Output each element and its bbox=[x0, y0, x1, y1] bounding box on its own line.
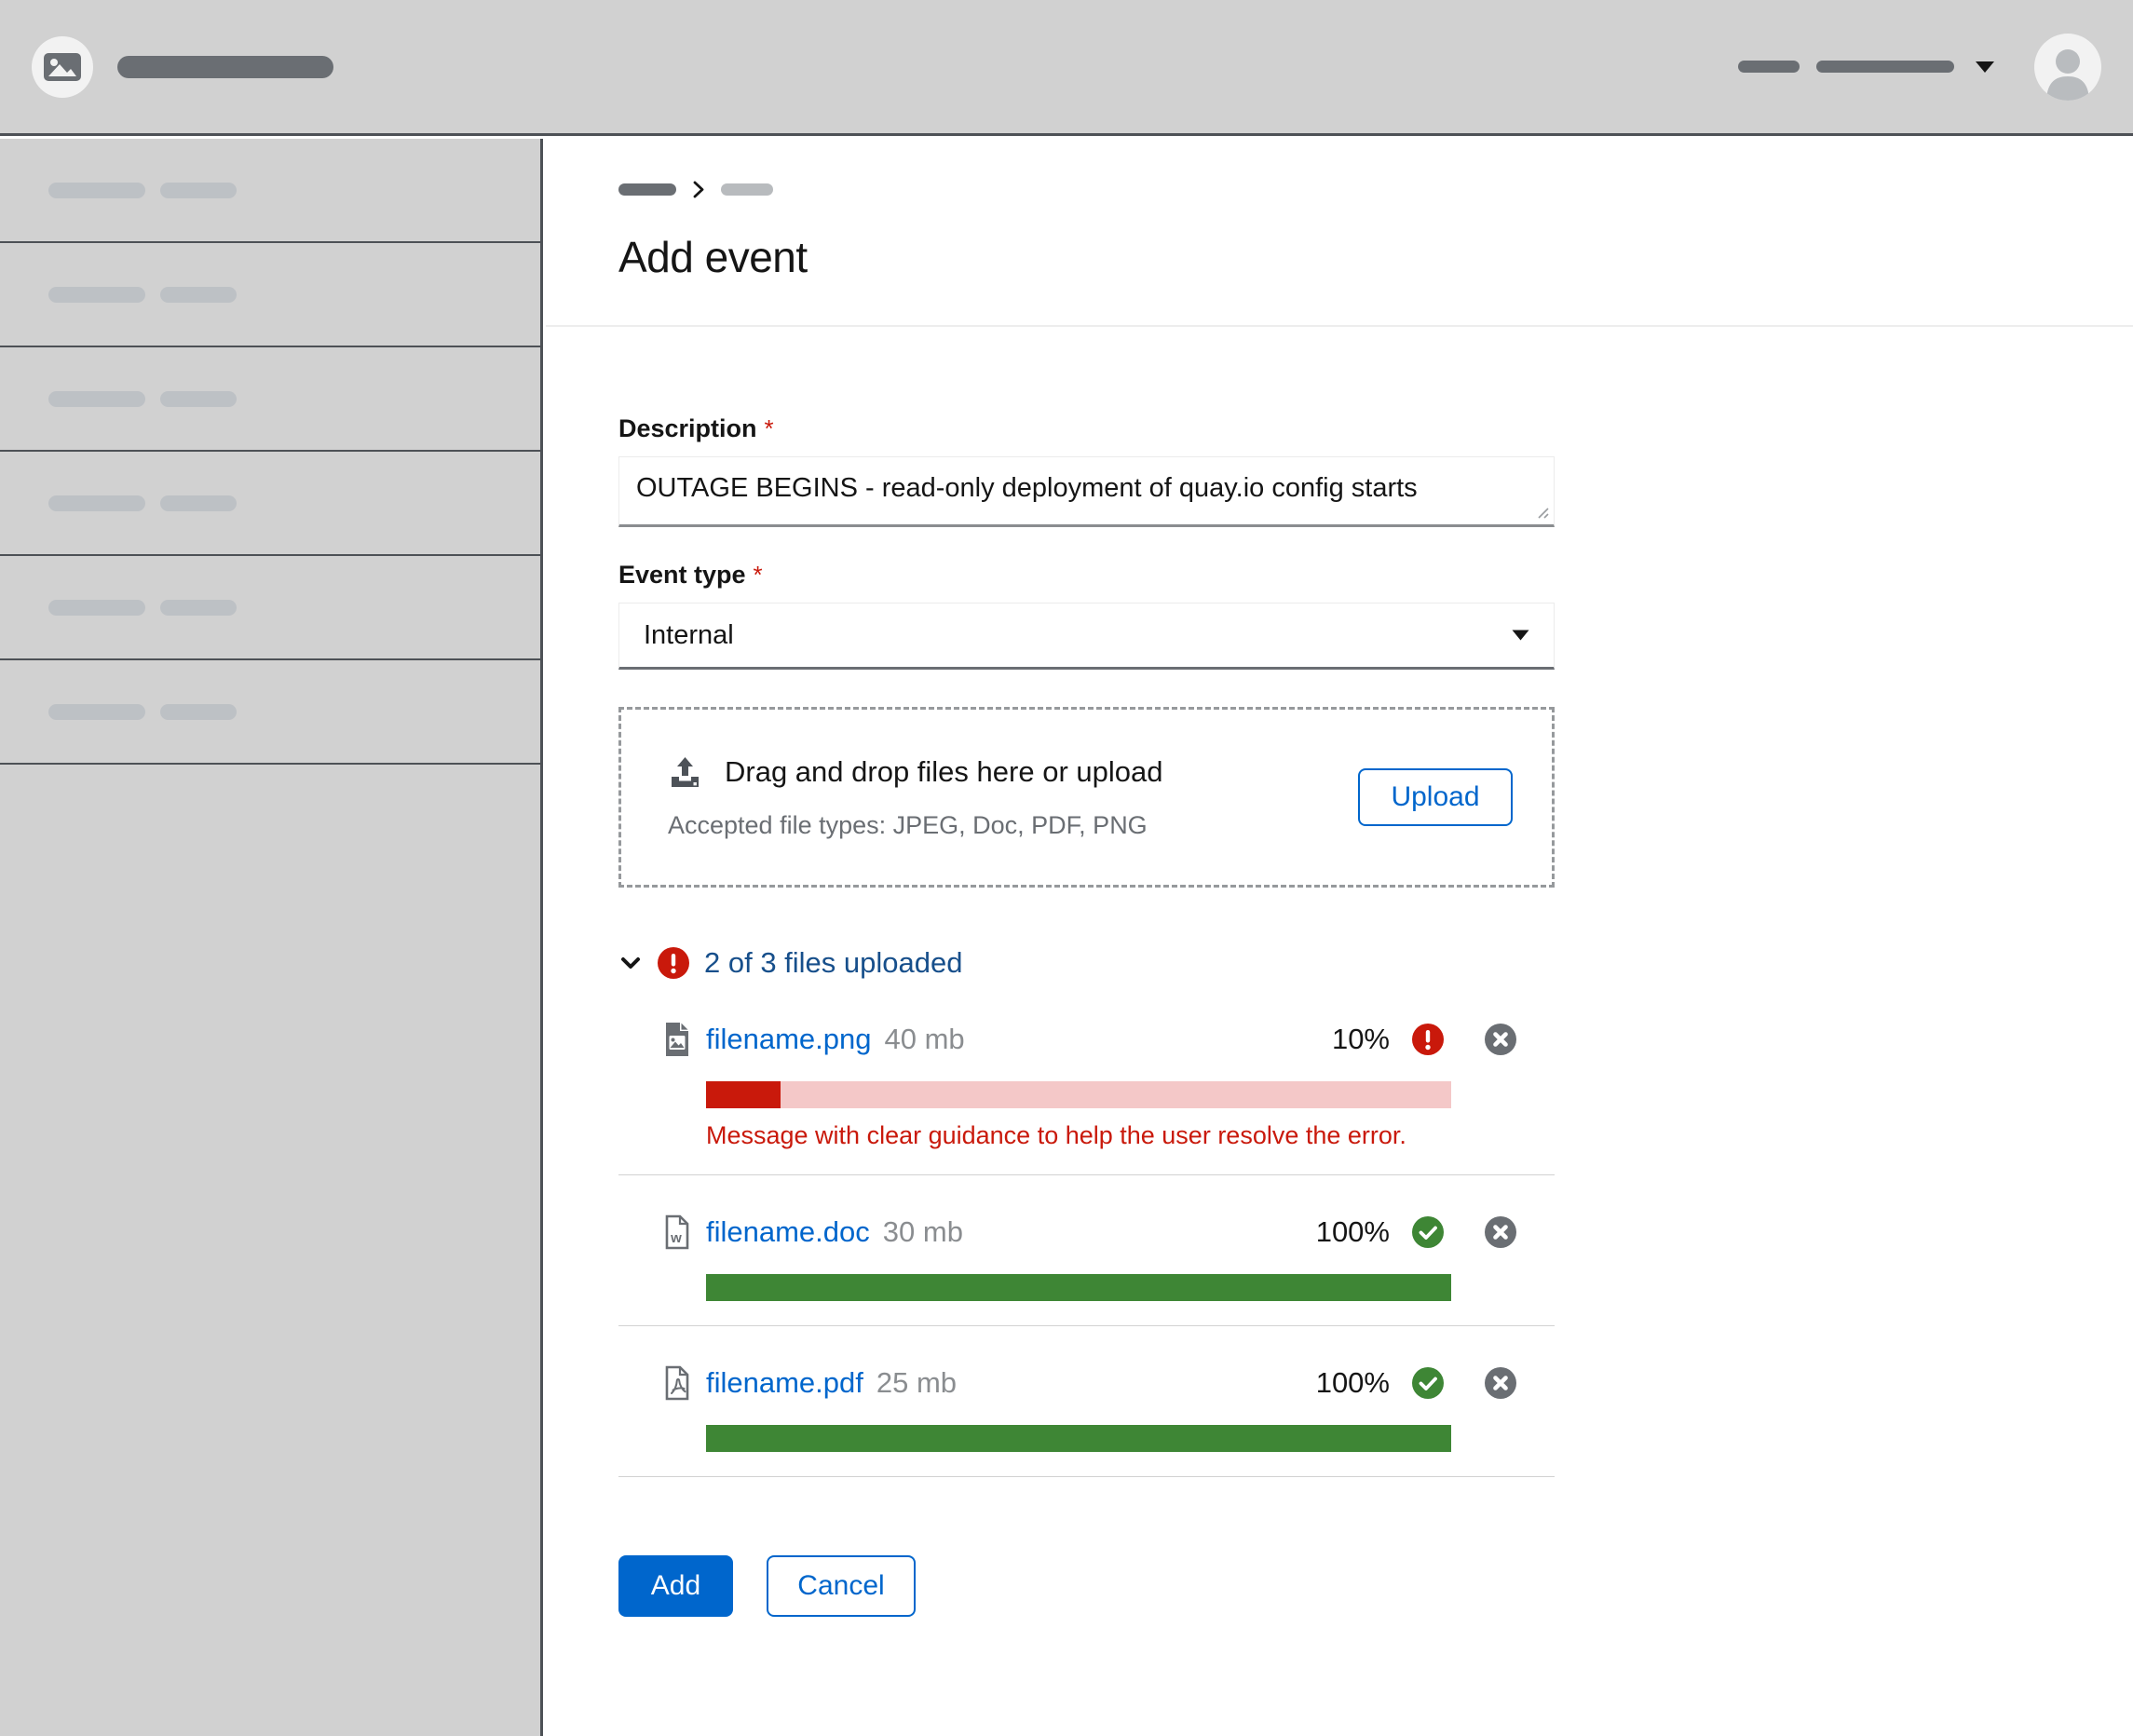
sidebar-item-skeleton[interactable] bbox=[0, 347, 540, 452]
remove-file-button[interactable] bbox=[1485, 1216, 1516, 1248]
file-progress-bar bbox=[706, 1274, 1451, 1301]
file-error-message: Message with clear guidance to help the … bbox=[706, 1121, 1555, 1150]
file-size: 30 mb bbox=[883, 1215, 963, 1249]
main-content: Add event Description * OUTAGE BEGINS - … bbox=[546, 139, 2133, 1736]
description-label: Description bbox=[618, 414, 757, 443]
file-progress-bar bbox=[706, 1081, 1451, 1108]
remove-file-button[interactable] bbox=[1485, 1367, 1516, 1399]
header-skeleton-small bbox=[1738, 61, 1800, 73]
files-summary-toggle[interactable]: 2 of 3 files uploaded bbox=[618, 943, 1555, 983]
dropzone-prompt: Drag and drop files here or upload bbox=[725, 755, 1162, 789]
chevron-down-icon bbox=[618, 951, 643, 975]
sidebar-item-skeleton[interactable] bbox=[0, 556, 540, 660]
word-file-icon: w bbox=[663, 1214, 691, 1250]
sidebar-item-skeleton[interactable] bbox=[0, 660, 540, 765]
breadcrumb-skeleton-2[interactable] bbox=[721, 183, 773, 196]
skeleton-pill bbox=[48, 495, 145, 511]
file-name-link[interactable]: filename.png bbox=[706, 1023, 872, 1056]
dropzone-hint: Accepted file types: JPEG, Doc, PDF, PNG bbox=[668, 811, 1358, 840]
sidebar-item-skeleton[interactable] bbox=[0, 452, 540, 556]
skeleton-pill bbox=[48, 704, 145, 720]
remove-file-button[interactable] bbox=[1485, 1024, 1516, 1055]
sidebar-item-skeleton[interactable] bbox=[0, 243, 540, 347]
event-type-select[interactable]: Internal bbox=[618, 603, 1555, 670]
svg-text:w: w bbox=[670, 1230, 682, 1246]
file-progress-percent: 10% bbox=[1304, 1023, 1390, 1056]
cancel-button[interactable]: Cancel bbox=[767, 1555, 916, 1617]
page-title: Add event bbox=[618, 232, 2133, 325]
error-status-icon bbox=[658, 947, 689, 979]
success-status-icon bbox=[1412, 1216, 1444, 1248]
user-menu-caret-icon[interactable] bbox=[1975, 61, 1995, 74]
upload-button[interactable]: Upload bbox=[1358, 768, 1513, 826]
close-icon bbox=[1485, 1367, 1516, 1399]
file-progress-fill bbox=[706, 1425, 1451, 1452]
page-header: Add event bbox=[546, 139, 2133, 327]
file-name-link[interactable]: filename.doc bbox=[706, 1215, 870, 1249]
skeleton-pill bbox=[48, 391, 145, 407]
caret-down-icon bbox=[1512, 630, 1529, 641]
image-icon bbox=[44, 53, 81, 81]
skeleton-pill bbox=[160, 183, 237, 198]
divider bbox=[618, 1476, 1555, 1477]
required-asterisk: * bbox=[765, 414, 774, 443]
skeleton-pill bbox=[160, 704, 237, 720]
file-progress-percent: 100% bbox=[1304, 1215, 1390, 1249]
skeleton-pill bbox=[160, 600, 237, 616]
file-row: filename.png 40 mb 10% bbox=[663, 1022, 1555, 1057]
upload-icon bbox=[668, 755, 702, 789]
skeleton-pill bbox=[48, 600, 145, 616]
sidebar-item-skeleton[interactable] bbox=[0, 139, 540, 243]
pdf-file-icon bbox=[663, 1365, 691, 1401]
app-header bbox=[0, 0, 2133, 136]
chevron-right-icon bbox=[693, 181, 704, 198]
file-progress-bar bbox=[706, 1425, 1451, 1452]
file-dropzone[interactable]: Drag and drop files here or upload Accep… bbox=[618, 707, 1555, 888]
divider bbox=[618, 1174, 1555, 1175]
skeleton-pill bbox=[160, 495, 237, 511]
file-size: 25 mb bbox=[876, 1366, 957, 1400]
file-size: 40 mb bbox=[885, 1023, 965, 1056]
close-icon bbox=[1485, 1216, 1516, 1248]
uploaded-files-section: 2 of 3 files uploaded filename.png 40 mb… bbox=[618, 943, 1555, 1477]
close-icon bbox=[1485, 1024, 1516, 1055]
file-row: filename.pdf 25 mb 100% bbox=[663, 1365, 1555, 1401]
success-status-icon bbox=[1412, 1367, 1444, 1399]
avatar[interactable] bbox=[2034, 34, 2101, 101]
skeleton-pill bbox=[48, 183, 145, 198]
divider bbox=[618, 1325, 1555, 1326]
file-progress-fill bbox=[706, 1274, 1451, 1301]
dropzone-text-area: Drag and drop files here or upload Accep… bbox=[668, 755, 1358, 840]
description-input[interactable]: OUTAGE BEGINS - read-only deployment of … bbox=[618, 456, 1555, 527]
file-progress-percent: 100% bbox=[1304, 1366, 1390, 1400]
form-actions: Add Cancel bbox=[618, 1555, 2133, 1617]
skeleton-pill bbox=[160, 287, 237, 303]
brand-skeleton bbox=[117, 56, 333, 78]
file-progress-fill bbox=[706, 1081, 781, 1108]
skeleton-pill bbox=[160, 391, 237, 407]
file-row: w filename.doc 30 mb 100% bbox=[663, 1214, 1555, 1250]
files-summary-label: 2 of 3 files uploaded bbox=[704, 946, 963, 980]
app-logo[interactable] bbox=[32, 36, 93, 98]
skeleton-pill bbox=[48, 287, 145, 303]
add-button[interactable]: Add bbox=[618, 1555, 733, 1617]
header-right bbox=[1738, 34, 2101, 101]
required-asterisk: * bbox=[754, 561, 763, 590]
event-type-value: Internal bbox=[644, 620, 734, 651]
add-event-form: Description * OUTAGE BEGINS - read-only … bbox=[546, 327, 2133, 1673]
image-file-icon bbox=[663, 1022, 691, 1057]
sidebar-nav bbox=[0, 139, 543, 1736]
file-name-link[interactable]: filename.pdf bbox=[706, 1366, 863, 1400]
event-type-label: Event type bbox=[618, 561, 746, 590]
header-skeleton-medium bbox=[1816, 61, 1954, 73]
error-status-icon bbox=[1412, 1024, 1444, 1055]
breadcrumb-skeleton-1[interactable] bbox=[618, 183, 676, 196]
breadcrumb bbox=[618, 182, 2133, 197]
